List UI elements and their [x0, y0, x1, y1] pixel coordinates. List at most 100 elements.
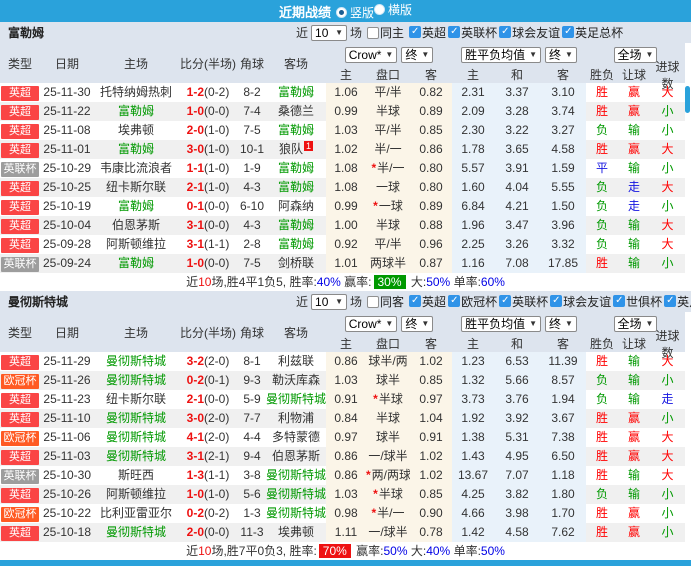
home-team[interactable]: 比利亚雷亚尔: [94, 504, 178, 523]
away-team[interactable]: 利物浦: [266, 409, 326, 428]
odds-final-select[interactable]: 终 ▼: [401, 315, 434, 332]
odds-source-select[interactable]: Crow* ▼: [344, 46, 398, 63]
checkbox-icon[interactable]: [409, 295, 422, 308]
summary-part: 40%: [316, 275, 341, 289]
score: 1-1(1-0): [178, 159, 238, 178]
league-filter-checkbox[interactable]: 英联杯: [448, 24, 497, 41]
handicap: 平/半: [366, 235, 410, 254]
away-team[interactable]: 多特蒙德: [266, 428, 326, 447]
goals-result-cell: 大: [650, 178, 685, 197]
home-team[interactable]: 伯恩茅斯: [94, 216, 178, 235]
away-team[interactable]: 富勒姆: [266, 83, 326, 102]
league-filter-checkbox[interactable]: 英足总杯: [562, 24, 623, 41]
checkbox-icon[interactable]: [448, 26, 461, 39]
avg-odds-select[interactable]: 胜平负均值 ▼: [461, 315, 541, 332]
away-team[interactable]: 剑桥联: [266, 254, 326, 273]
home-team[interactable]: 斯旺西: [94, 466, 178, 485]
radio-selected-icon[interactable]: [335, 7, 347, 18]
result-cell: 负: [595, 199, 608, 213]
home-team[interactable]: 富勒姆: [94, 254, 178, 273]
away-team[interactable]: 勒沃库森: [266, 371, 326, 390]
home-team[interactable]: 曼彻斯特城: [94, 371, 178, 390]
odds-away: 0.89: [410, 102, 452, 121]
avg-draw: 3.92: [494, 409, 540, 428]
league-filter-checkbox[interactable]: 球会友谊: [550, 293, 611, 310]
home-team[interactable]: 曼彻斯特城: [94, 409, 178, 428]
result-cell: 胜: [595, 506, 608, 520]
league-filter-checkbox[interactable]: 英足总杯: [664, 293, 691, 310]
home-team[interactable]: 阿斯顿维拉: [94, 485, 178, 504]
table-row: 英超 25-10-25 纽卡斯尔联 2-1(1-0) 4-3 富勒姆 1.08 …: [0, 178, 685, 197]
layout-option[interactable]: 竖版: [335, 4, 374, 21]
radio-icon[interactable]: [374, 4, 385, 15]
away-team[interactable]: 利兹联: [266, 352, 326, 371]
home-team[interactable]: 富勒姆: [94, 197, 178, 216]
league-filter-checkbox[interactable]: 世俱杯: [613, 293, 662, 310]
avg-odds-select[interactable]: 胜平负均值 ▼: [461, 46, 541, 63]
away-team[interactable]: 狼队 1: [266, 140, 326, 159]
corner-score: 11-3: [238, 523, 266, 542]
checkbox-icon[interactable]: [367, 26, 380, 39]
checkbox-icon[interactable]: [499, 295, 512, 308]
home-team[interactable]: 曼彻斯特城: [94, 428, 178, 447]
away-team[interactable]: 富勒姆: [266, 178, 326, 197]
games-count-select[interactable]: 10 ▼: [311, 24, 348, 41]
away-team[interactable]: 富勒姆: [266, 159, 326, 178]
layout-option[interactable]: 横版: [374, 1, 412, 18]
avg-final-select[interactable]: 终 ▼: [545, 315, 577, 332]
away-team[interactable]: 富勒姆: [266, 121, 326, 140]
handicap-changed-icon: *: [371, 506, 377, 520]
away-team[interactable]: 曼彻斯特城: [266, 466, 326, 485]
league-filter-checkbox[interactable]: 欧冠杯: [448, 293, 497, 310]
home-team[interactable]: 纽卡斯尔联: [94, 390, 178, 409]
home-team[interactable]: 曼彻斯特城: [94, 523, 178, 542]
goals-result-cell: 小: [661, 161, 674, 175]
home-team[interactable]: 埃弗顿: [94, 121, 178, 140]
avg-home: 2.25: [452, 235, 494, 254]
league-badge: 欧冠杯: [1, 431, 39, 446]
checkbox-icon[interactable]: [367, 295, 380, 308]
home-team[interactable]: 纽卡斯尔联: [94, 178, 178, 197]
home-team[interactable]: 富勒姆: [94, 102, 178, 121]
away-team[interactable]: 阿森纳: [266, 197, 326, 216]
odds-source-select[interactable]: Crow* ▼: [344, 315, 398, 332]
home-team[interactable]: 托特纳姆热刺: [94, 83, 178, 102]
checkbox-icon[interactable]: [499, 26, 512, 39]
home-team[interactable]: 曼彻斯特城: [94, 352, 178, 371]
league-filter-checkbox[interactable]: 英超: [409, 24, 446, 41]
avg-final-select[interactable]: 终 ▼: [545, 46, 577, 63]
table-row: 英超 25-09-28 阿斯顿维拉 3-1(1-1) 2-8 富勒姆 0.92 …: [0, 235, 685, 254]
same-venue-checkbox[interactable]: 同客: [367, 293, 404, 310]
match-date: 25-11-29: [43, 354, 91, 368]
checkbox-icon[interactable]: [448, 295, 461, 308]
checkbox-icon[interactable]: [562, 26, 575, 39]
checkbox-icon[interactable]: [664, 295, 677, 308]
checkbox-icon[interactable]: [409, 26, 422, 39]
games-count-select[interactable]: 10 ▼: [311, 293, 348, 310]
same-venue-checkbox[interactable]: 同主: [367, 24, 404, 41]
home-team[interactable]: 韦康比流浪者: [94, 159, 178, 178]
away-team[interactable]: 伯恩茅斯: [266, 447, 326, 466]
away-team[interactable]: 曼彻斯特城: [266, 390, 326, 409]
home-team[interactable]: 阿斯顿维拉: [94, 235, 178, 254]
away-team[interactable]: 富勒姆: [266, 235, 326, 254]
odds-final-select[interactable]: 终 ▼: [401, 46, 434, 63]
away-team[interactable]: 埃弗顿: [266, 523, 326, 542]
col-home: 主场: [123, 325, 148, 340]
away-team[interactable]: 曼彻斯特城: [266, 504, 326, 523]
checkbox-icon[interactable]: [550, 295, 563, 308]
away-team[interactable]: 富勒姆: [266, 216, 326, 235]
checkbox-icon[interactable]: [613, 295, 626, 308]
league-filter-checkbox[interactable]: 英超: [409, 293, 446, 310]
home-team[interactable]: 富勒姆: [94, 140, 178, 159]
scrollbar-thumb[interactable]: [685, 86, 690, 113]
home-team[interactable]: 曼彻斯特城: [94, 447, 178, 466]
result-cell: 负: [586, 485, 618, 504]
league-filter-checkbox[interactable]: 球会友谊: [499, 24, 560, 41]
avg-draw: 3.65: [494, 140, 540, 159]
away-team[interactable]: 桑德兰: [266, 102, 326, 121]
league-filter-checkbox[interactable]: 英联杯: [499, 293, 548, 310]
goals-result-cell: 大: [661, 354, 674, 368]
away-team[interactable]: 曼彻斯特城: [266, 485, 326, 504]
table-row: 英超 25-11-30 托特纳姆热刺 1-2(0-2) 8-2 富勒姆 1.06…: [0, 83, 685, 102]
